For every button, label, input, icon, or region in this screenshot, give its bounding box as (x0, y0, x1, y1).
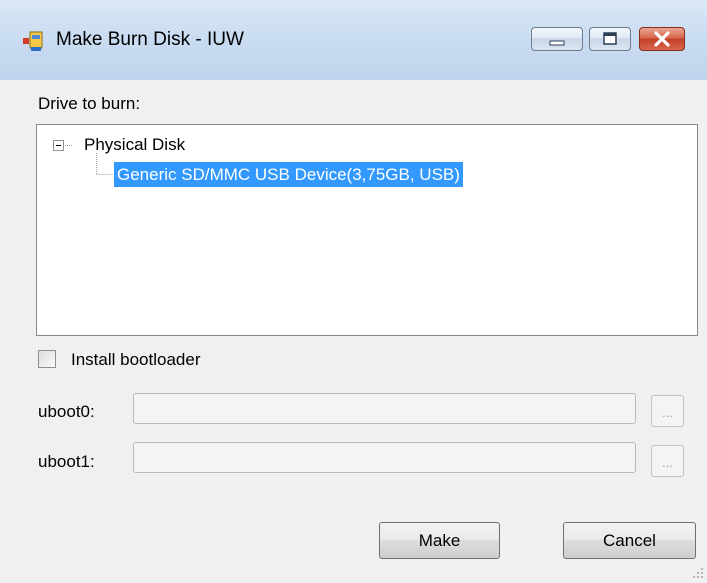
make-button[interactable]: Make (379, 522, 500, 559)
uboot1-browse-button[interactable]: ... (651, 445, 684, 477)
uboot0-input[interactable] (133, 393, 636, 424)
app-window-icon (23, 31, 43, 51)
tree-connector-lines (65, 145, 113, 175)
uboot1-input[interactable] (133, 442, 636, 473)
uboot0-browse-button[interactable]: ... (651, 395, 684, 427)
drive-tree[interactable]: Physical Disk Generic SD/MMC USB Device(… (36, 124, 698, 336)
window-title: Make Burn Disk - IUW (56, 29, 244, 50)
uboot0-label: uboot0: (38, 402, 95, 421)
resize-grip-icon[interactable] (690, 565, 704, 579)
cancel-button[interactable]: Cancel (563, 522, 696, 559)
close-button[interactable] (639, 27, 685, 51)
install-bootloader-checkbox[interactable] (38, 350, 56, 368)
minimize-icon (549, 40, 565, 46)
drive-label: Drive to burn: (38, 94, 141, 113)
tree-node-physical-disk[interactable]: Physical Disk (84, 135, 185, 155)
minimize-button[interactable] (531, 27, 583, 51)
install-bootloader-label[interactable]: Install bootloader (71, 350, 200, 370)
maximize-button[interactable] (589, 27, 631, 51)
uboot1-label: uboot1: (38, 452, 95, 471)
close-icon (654, 31, 670, 47)
title-bar[interactable]: Make Burn Disk - IUW (0, 0, 707, 80)
tree-node-usb-device[interactable]: Generic SD/MMC USB Device(3,75GB, USB) (114, 162, 463, 187)
maximize-icon (603, 32, 617, 45)
